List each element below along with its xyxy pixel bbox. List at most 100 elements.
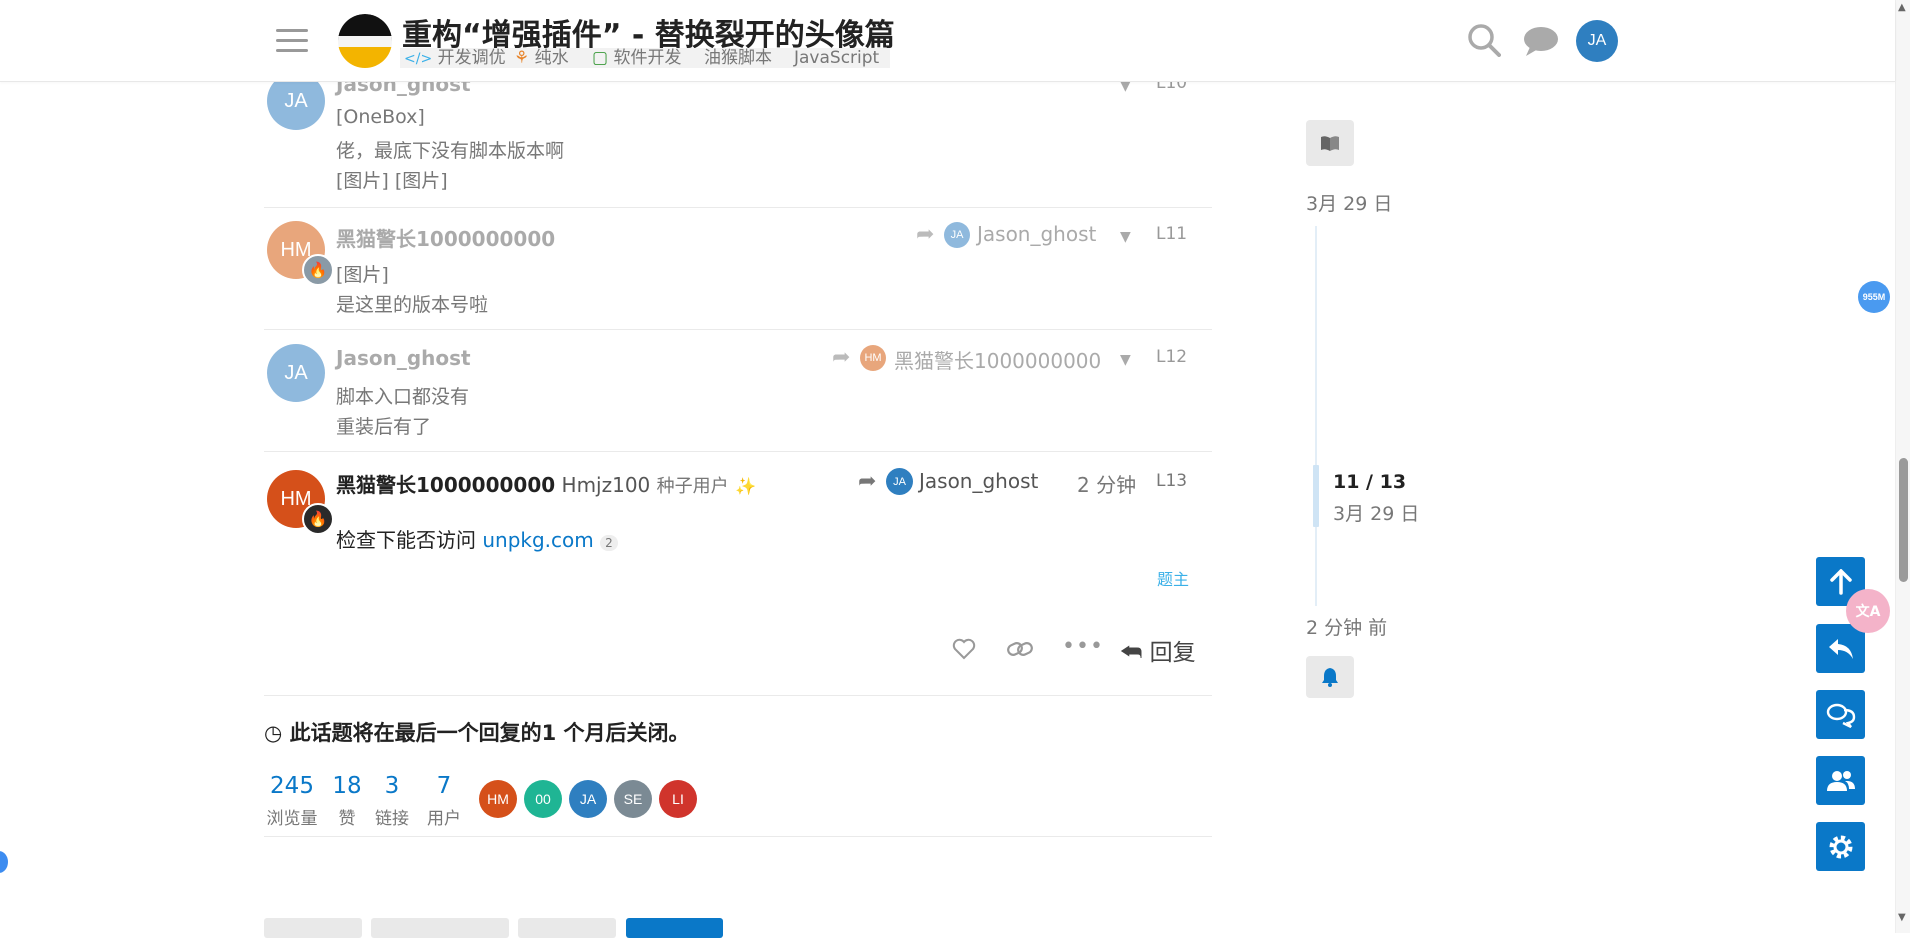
chat-panel-button[interactable] (1816, 690, 1865, 739)
post-author[interactable]: Jason_ghost (336, 346, 471, 370)
users-count[interactable]: 7 (426, 773, 462, 799)
link-click-count: 2 (600, 535, 618, 551)
post-number[interactable]: L13 (1156, 471, 1187, 491)
reply-arrow-icon: ➦ (832, 345, 851, 370)
translate-icon[interactable]: 文A (1846, 589, 1890, 633)
reply-button[interactable]: ⮪ 回复 (1120, 633, 1196, 667)
quick-reply-button[interactable] (1816, 624, 1865, 673)
post-divider (264, 451, 1212, 452)
timeline-handle[interactable] (1313, 465, 1319, 527)
heart-icon[interactable] (950, 636, 978, 662)
book-icon[interactable] (1306, 120, 1354, 166)
reply-to-avatar[interactable]: JA (944, 222, 970, 248)
timeline-position-date: 3月 29 日 (1333, 503, 1420, 525)
fire-badge-icon: 🔥 (302, 254, 334, 286)
reply-to-name[interactable]: Jason_ghost (919, 469, 1038, 493)
reply-arrow-icon: ➦ (858, 469, 877, 494)
comments-icon (1826, 703, 1855, 728)
post-divider (264, 695, 1212, 696)
likes-count: 18 (332, 773, 362, 799)
participant-avatar[interactable]: LI (659, 780, 697, 818)
post-time[interactable]: 2 分钟 (1077, 469, 1136, 498)
reply-icon (1828, 638, 1853, 659)
more-options-icon[interactable]: ••• (1062, 634, 1104, 659)
sparkle-icon: ✨ (735, 477, 757, 497)
reply-to-name[interactable]: Jason_ghost (977, 222, 1096, 246)
timeline-position: 11 / 13 (1333, 471, 1407, 493)
chevron-down-icon[interactable]: ▼ (1120, 229, 1131, 245)
tag-javascript[interactable]: JavaScript (794, 48, 879, 68)
topic-close-notice: ◷ 此话题将在最后一个回复的1 个月后关闭。 (264, 721, 690, 745)
footer-button[interactable] (518, 918, 616, 938)
tag-dev-tuning[interactable]: </> 开发调优 (404, 48, 506, 68)
timeline-last-activity[interactable]: 2 分钟 前 (1306, 613, 1387, 640)
site-header: 重构“增强插件” - 替换裂开的头像篇 </> 开发调优 ⚘ 纯水 ▢ 软件开发… (0, 0, 1895, 82)
post-body: 检查下能否访问 unpkg.com 2 (336, 524, 618, 553)
tag-software-dev[interactable]: ▢ 软件开发 (592, 48, 681, 68)
post-divider (264, 207, 1212, 208)
likes-label: 赞 (338, 809, 356, 829)
post-number[interactable]: L12 (1156, 347, 1187, 367)
avatar[interactable]: JA (267, 344, 325, 402)
views-label: 浏览量 (266, 809, 318, 829)
post-author[interactable]: 黑猫警长1000000000 (336, 223, 555, 252)
post-divider (264, 329, 1212, 330)
reply-to-avatar[interactable]: HM (860, 345, 886, 371)
participant-avatar[interactable]: SE (614, 780, 652, 818)
views-count: 245 (270, 773, 314, 799)
arrow-up-icon (1829, 568, 1852, 595)
tag-userscript[interactable]: 油猴脚本 (704, 48, 772, 68)
reply-to-name[interactable]: 黑猫警长1000000000 (894, 345, 1101, 374)
code-icon: </> (404, 51, 433, 67)
links-count[interactable]: 3 (374, 773, 410, 799)
post-text: 佬，最底下没有脚本版本啊 (336, 140, 565, 162)
reply-arrow-icon: ➦ (916, 222, 935, 247)
footer-button[interactable] (371, 918, 509, 938)
user-avatar[interactable]: JA (1576, 20, 1618, 62)
unpkg-link[interactable]: unpkg.com (482, 528, 593, 552)
post-text: [OneBox] (336, 106, 425, 128)
search-icon[interactable] (1466, 22, 1502, 58)
user-title: 种子用户 (656, 476, 729, 497)
footer-button-primary[interactable] (626, 918, 723, 938)
settings-button[interactable] (1816, 822, 1865, 871)
reply-to-avatar[interactable]: JA (886, 468, 913, 495)
chevron-down-icon[interactable]: ▼ (1120, 352, 1131, 368)
file-code-icon: ▢ (592, 48, 609, 68)
timeline-track[interactable] (1315, 226, 1317, 606)
faucet-icon: ⚘ (514, 48, 530, 68)
participant-avatar[interactable]: HM (479, 780, 517, 818)
footer-button[interactable] (264, 918, 362, 938)
users-icon (1826, 770, 1855, 791)
scrollbar-track[interactable]: ▲ ▼ (1895, 0, 1910, 933)
users-button[interactable] (1816, 756, 1865, 805)
scrollbar-down-arrow[interactable]: ▼ (1898, 912, 1906, 923)
scrollbar-thumb[interactable] (1899, 458, 1908, 582)
post-number[interactable]: L11 (1156, 224, 1187, 244)
post-text: [图片] (336, 264, 389, 286)
post-username[interactable]: Hmjz100 (562, 473, 651, 497)
tag-pure-water[interactable]: ⚘ 纯水 (514, 48, 569, 68)
bell-icon[interactable] (1306, 656, 1354, 698)
post-author[interactable]: 黑猫警长1000000000 (336, 473, 555, 497)
participant-avatar[interactable]: 00 (524, 780, 562, 818)
clock-icon: ◷ (264, 721, 283, 745)
participant-avatar[interactable]: JA (569, 780, 607, 818)
hamburger-menu-icon[interactable] (276, 26, 308, 56)
fire-badge-icon: 🔥 (302, 503, 334, 535)
users-label[interactable]: 用户 (424, 804, 464, 829)
post-text: [图片] [图片] (336, 170, 448, 192)
post-text: 检查下能否访问 (336, 528, 483, 552)
chat-icon[interactable] (1522, 24, 1560, 58)
scrollbar-up-arrow[interactable]: ▲ (1898, 2, 1906, 13)
link-icon[interactable] (1006, 636, 1034, 662)
memory-usage-badge[interactable]: 955M (1858, 281, 1890, 313)
post-author-line: 黑猫警长1000000000 Hmjz100 种子用户 ✨ (336, 469, 756, 498)
op-label: 题主 (1157, 570, 1190, 589)
gear-icon (1829, 835, 1852, 858)
site-logo[interactable] (338, 14, 392, 68)
reply-icon: ⮪ (1120, 638, 1143, 666)
side-indicator-dot[interactable] (0, 851, 8, 873)
links-label[interactable]: 链接 (372, 804, 412, 829)
timeline-start-date[interactable]: 3月 29 日 (1306, 189, 1392, 216)
